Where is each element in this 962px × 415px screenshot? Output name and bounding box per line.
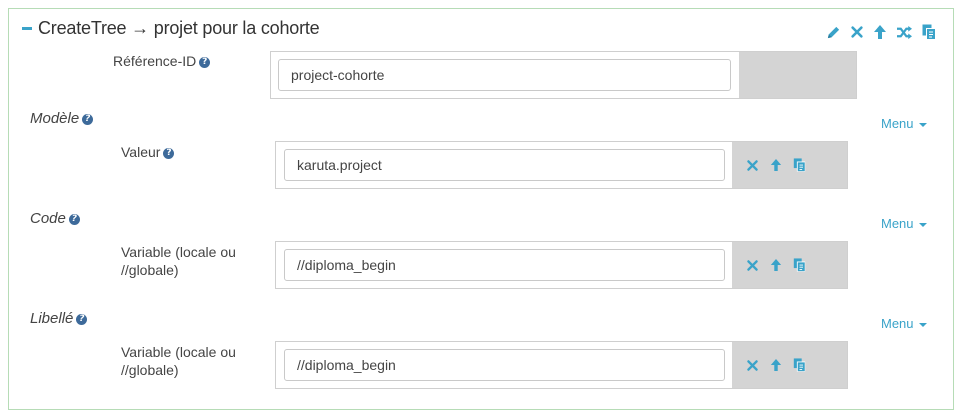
menu-dropdown-libelle[interactable]: Menu <box>881 316 927 331</box>
caret-down-icon <box>918 122 927 127</box>
copy-icon[interactable] <box>793 158 806 177</box>
copy-icon[interactable] <box>793 358 806 377</box>
section-title-code: Code? <box>30 210 80 227</box>
collapse-icon[interactable] <box>22 27 32 30</box>
variable-libelle-actions <box>746 358 806 377</box>
help-icon[interactable]: ? <box>199 56 211 68</box>
reference-id-grey-area <box>739 52 856 98</box>
valeur-input[interactable]: karuta.project <box>284 149 725 181</box>
help-icon[interactable]: ? <box>68 213 80 225</box>
field-label-variable-libelle: Variable (locale ou //globale) <box>121 344 236 378</box>
reference-id-input[interactable]: project-cohorte <box>278 59 731 91</box>
arrow-up-icon[interactable] <box>873 24 887 40</box>
copy-icon[interactable] <box>793 258 806 277</box>
arrow-up-icon[interactable] <box>770 358 782 377</box>
variable-code-actions <box>746 258 806 277</box>
valeur-actions <box>746 158 806 177</box>
caret-down-icon <box>918 222 927 227</box>
help-icon[interactable]: ? <box>163 147 175 159</box>
field-label-variable-code: Variable (locale ou //globale) <box>121 244 236 278</box>
close-icon[interactable] <box>746 259 759 277</box>
pencil-icon[interactable] <box>826 25 841 40</box>
caret-down-icon <box>918 322 927 327</box>
close-icon[interactable] <box>746 359 759 377</box>
copy-icon[interactable] <box>922 24 936 40</box>
header-toolbar <box>826 24 936 40</box>
arrow-up-icon[interactable] <box>770 258 782 277</box>
variable-libelle-input[interactable]: //diploma_begin <box>284 349 725 381</box>
variable-code-input[interactable]: //diploma_begin <box>284 249 725 281</box>
section-title-libelle: Libellé? <box>30 310 88 327</box>
menu-dropdown-modele[interactable]: Menu <box>881 116 927 131</box>
menu-dropdown-code[interactable]: Menu <box>881 216 927 231</box>
close-icon[interactable] <box>850 25 864 39</box>
section-title-modele: Modèle? <box>30 110 94 127</box>
arrow-up-icon[interactable] <box>770 158 782 177</box>
shuffle-icon[interactable] <box>896 25 913 40</box>
help-icon[interactable]: ? <box>82 113 94 125</box>
panel-title: CreateTree → projet pour la cohorte <box>38 18 320 38</box>
field-label-valeur: Valeur? <box>121 143 175 161</box>
reference-id-label: Référence-ID? <box>113 52 211 70</box>
close-icon[interactable] <box>746 159 759 177</box>
help-icon[interactable]: ? <box>76 313 88 325</box>
